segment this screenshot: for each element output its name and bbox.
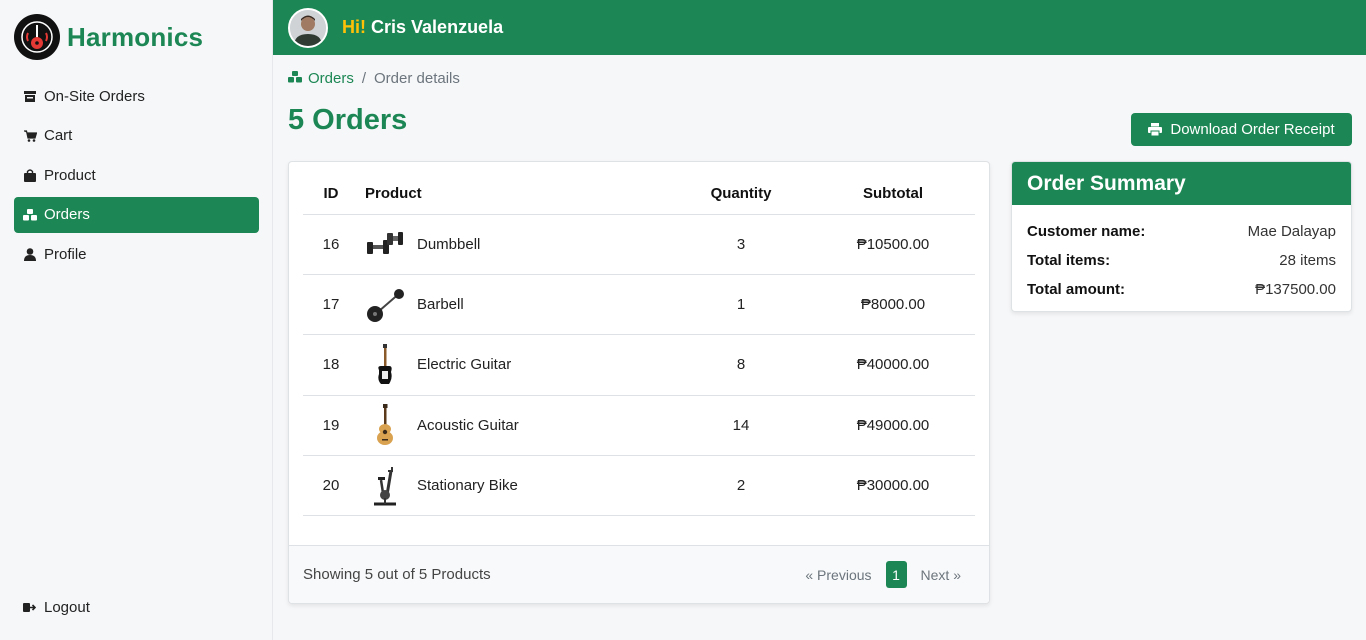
sidebar-nav: On-Site Orders Cart Product Orders Profi… <box>14 78 259 276</box>
cell-subtotal: ₱40000.00 <box>811 334 975 396</box>
user-icon <box>23 247 37 261</box>
header-subtotal: Subtotal <box>811 174 975 215</box>
summary-items-label: Total items: <box>1027 252 1111 269</box>
sidebar-item-on-site-orders[interactable]: On-Site Orders <box>14 78 259 114</box>
sidebar-item-label: On-Site Orders <box>44 87 145 105</box>
orders-card: ID Product Quantity Subtotal 16 Dumbbell… <box>288 161 990 604</box>
breadcrumb-link-label: Orders <box>308 70 354 87</box>
user-name: Cris Valenzuela <box>371 17 504 37</box>
summary-items-value: 28 items <box>1279 252 1336 269</box>
bag-icon <box>23 168 37 182</box>
table-footer: Showing 5 out of 5 Products « Previous 1… <box>289 545 989 603</box>
cell-id: 20 <box>303 455 359 517</box>
header-quantity: Quantity <box>671 174 811 215</box>
order-summary-card: Order Summary Customer name: Mae Dalayap… <box>1011 161 1352 312</box>
cart-icon <box>23 129 37 143</box>
pagination-next[interactable]: Next » <box>921 567 961 583</box>
summary-customer-value: Mae Dalayap <box>1247 223 1336 240</box>
summary-amount-row: Total amount: ₱137500.00 <box>1027 275 1336 304</box>
cell-quantity: 1 <box>671 274 811 336</box>
sidebar-item-label: Cart <box>44 127 73 144</box>
topbar: Hi! Cris Valenzuela <box>273 0 1366 55</box>
summary-items-row: Total items: 28 items <box>1027 246 1336 275</box>
order-summary-title: Order Summary <box>1012 162 1351 205</box>
cell-id: 16 <box>303 214 359 275</box>
logout-label: Logout <box>44 599 90 616</box>
acoustic-guitar-image <box>365 404 405 446</box>
download-order-receipt-button[interactable]: Download Order Receipt <box>1131 113 1352 146</box>
cell-product: Electric Guitar <box>417 356 512 374</box>
cell-product: Stationary Bike <box>417 477 518 495</box>
breadcrumb: Orders / Order details <box>288 70 460 87</box>
stationary-bike-image <box>365 466 405 506</box>
printer-icon <box>1148 123 1163 136</box>
boxes-icon <box>23 208 37 222</box>
breadcrumb-orders-link[interactable]: Orders <box>288 70 354 87</box>
cell-subtotal: ₱49000.00 <box>811 395 975 457</box>
boxes-icon <box>288 70 302 87</box>
pagination-previous[interactable]: « Previous <box>805 567 871 583</box>
cell-quantity: 2 <box>671 455 811 517</box>
sidebar-item-label: Orders <box>44 206 90 223</box>
summary-amount-value: ₱137500.00 <box>1255 281 1336 298</box>
cell-id: 19 <box>303 395 359 457</box>
avatar[interactable] <box>288 7 328 48</box>
logout-button[interactable]: Logout <box>23 599 90 616</box>
sidebar: Harmonics On-Site Orders Cart Product Or… <box>0 0 273 640</box>
brand[interactable]: Harmonics <box>14 14 203 60</box>
breadcrumb-separator: / <box>361 70 367 87</box>
cell-id: 18 <box>303 334 359 396</box>
greeting: Hi! Cris Valenzuela <box>342 17 503 38</box>
sidebar-item-profile[interactable]: Profile <box>14 236 259 272</box>
showing-count: Showing 5 out of 5 Products <box>303 566 491 583</box>
page-title: 5 Orders <box>288 104 408 136</box>
sidebar-item-product[interactable]: Product <box>14 157 259 193</box>
store-icon <box>23 89 37 103</box>
cell-product: Dumbbell <box>417 235 481 253</box>
summary-amount-label: Total amount: <box>1027 281 1126 298</box>
sidebar-item-label: Profile <box>44 245 87 263</box>
table-row: 18 Electric Guitar 8 ₱40000.00 <box>303 334 975 396</box>
summary-customer-label: Customer name: <box>1027 223 1146 240</box>
header-product: Product <box>359 174 671 215</box>
cell-product: Acoustic Guitar <box>417 416 519 434</box>
cell-product: Barbell <box>417 296 464 314</box>
sidebar-item-cart[interactable]: Cart <box>14 118 259 154</box>
cell-subtotal: ₱30000.00 <box>811 455 975 517</box>
cell-quantity: 8 <box>671 334 811 396</box>
table-header-row: ID Product Quantity Subtotal <box>303 174 975 215</box>
dumbbell-image <box>365 224 405 264</box>
header-id: ID <box>303 174 359 215</box>
electric-guitar-image <box>365 343 405 385</box>
cell-quantity: 14 <box>671 395 811 457</box>
guitar-logo-icon <box>14 14 60 60</box>
greeting-hi: Hi! <box>342 17 366 37</box>
sidebar-item-label: Product <box>44 166 96 184</box>
table-row: 19 Acoustic Guitar 14 ₱49000.00 <box>303 395 975 457</box>
pagination-page-1[interactable]: 1 <box>885 561 907 588</box>
brand-name: Harmonics <box>67 21 204 52</box>
cell-subtotal: ₱10500.00 <box>811 214 975 275</box>
pagination: « Previous 1 Next » <box>805 561 961 588</box>
logout-icon <box>23 601 37 615</box>
orders-table: ID Product Quantity Subtotal 16 Dumbbell… <box>303 174 975 517</box>
breadcrumb-current: Order details <box>374 70 460 87</box>
cell-quantity: 3 <box>671 214 811 275</box>
table-row: 16 Dumbbell 3 ₱10500.00 <box>303 214 975 275</box>
cell-id: 17 <box>303 274 359 336</box>
table-row: 17 Barbell 1 ₱8000.00 <box>303 274 975 336</box>
barbell-image <box>365 285 405 325</box>
sidebar-item-orders[interactable]: Orders <box>14 196 259 233</box>
download-label: Download Order Receipt <box>1170 121 1335 138</box>
summary-customer-row: Customer name: Mae Dalayap <box>1027 217 1336 246</box>
table-row: 20 Stationary Bike 2 ₱30000.00 <box>303 455 975 517</box>
cell-subtotal: ₱8000.00 <box>811 274 975 336</box>
